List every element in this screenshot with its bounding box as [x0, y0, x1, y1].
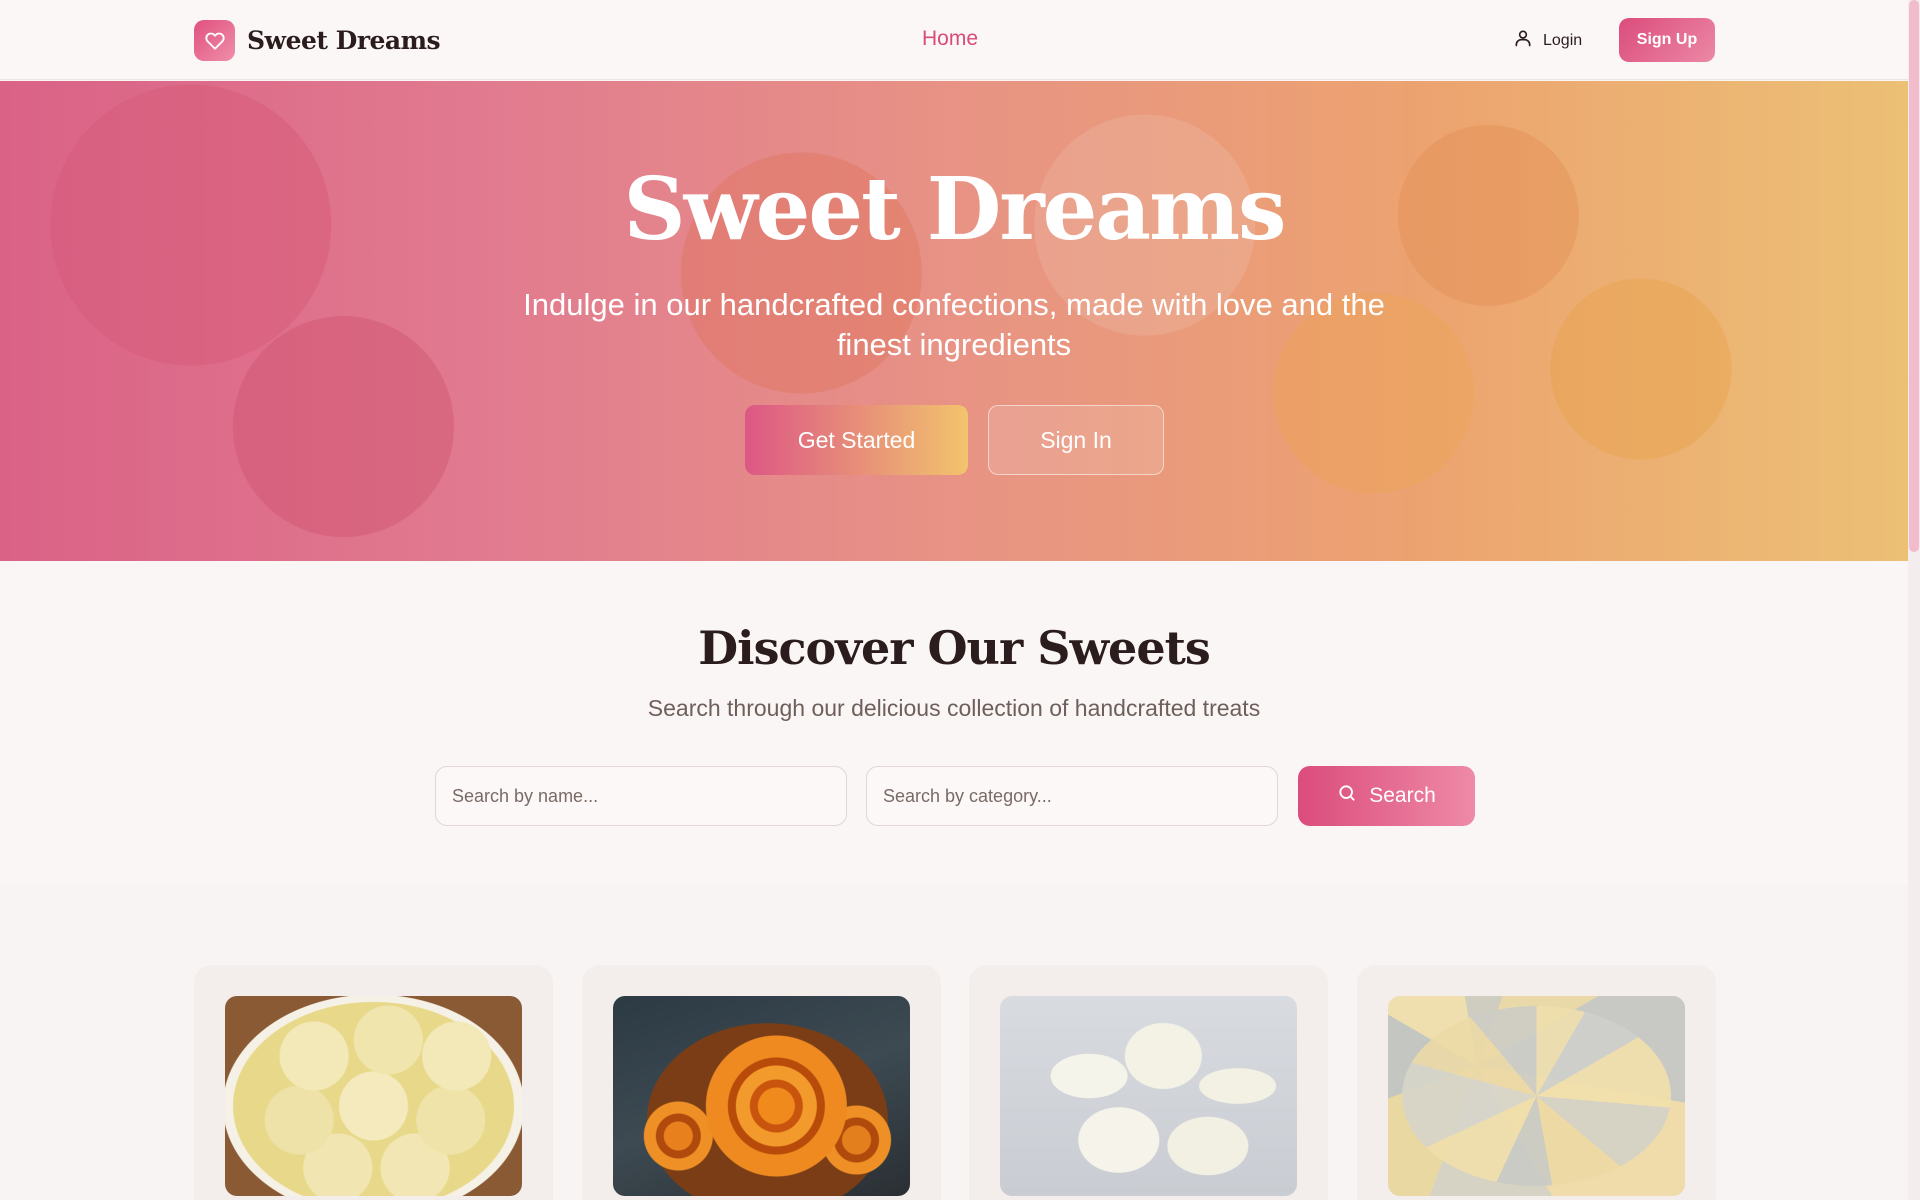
discover-title: Discover Our Sweets: [698, 621, 1210, 675]
product-image: [613, 996, 910, 1196]
product-card[interactable]: [582, 965, 941, 1200]
product-card[interactable]: [969, 965, 1328, 1200]
signup-button[interactable]: Sign Up: [1619, 18, 1715, 62]
search-name-input[interactable]: [435, 766, 847, 826]
product-image-detail: [1402, 1006, 1671, 1186]
product-card[interactable]: [1357, 965, 1716, 1200]
hero-banner: Sweet Dreams Indulge in our handcrafted …: [0, 81, 1908, 561]
discover-subtitle: Search through our delicious collection …: [647, 695, 1261, 721]
login-label: Login: [1543, 31, 1583, 49]
product-image: [225, 996, 522, 1196]
discover-section: Discover Our Sweets Search through our d…: [0, 561, 1908, 885]
heart-icon: [194, 20, 235, 61]
hero-title: Sweet Dreams: [623, 159, 1287, 260]
product-card[interactable]: [194, 965, 553, 1200]
search-button-label: Search: [1369, 784, 1436, 807]
product-image: [1000, 996, 1297, 1196]
sign-in-button[interactable]: Sign In: [988, 405, 1164, 475]
get-started-button[interactable]: Get Started: [745, 405, 968, 475]
scrollbar-track[interactable]: [1908, 0, 1920, 1200]
nav-link-home[interactable]: Home: [922, 27, 978, 51]
search-button[interactable]: Search: [1298, 766, 1475, 826]
product-image: [1388, 996, 1685, 1196]
search-icon: [1337, 783, 1357, 809]
search-category-input[interactable]: [866, 766, 1278, 826]
scrollbar-thumb[interactable]: [1909, 0, 1919, 552]
product-grid: [0, 885, 1908, 1200]
hero-subtitle: Indulge in our handcrafted confections, …: [523, 287, 1385, 362]
brand[interactable]: Sweet Dreams: [194, 20, 441, 61]
user-icon: [1513, 28, 1533, 53]
login-link[interactable]: Login: [1513, 28, 1582, 53]
brand-name: Sweet Dreams: [247, 26, 441, 55]
top-navbar: Sweet Dreams Home Login Sign Up: [0, 0, 1908, 80]
